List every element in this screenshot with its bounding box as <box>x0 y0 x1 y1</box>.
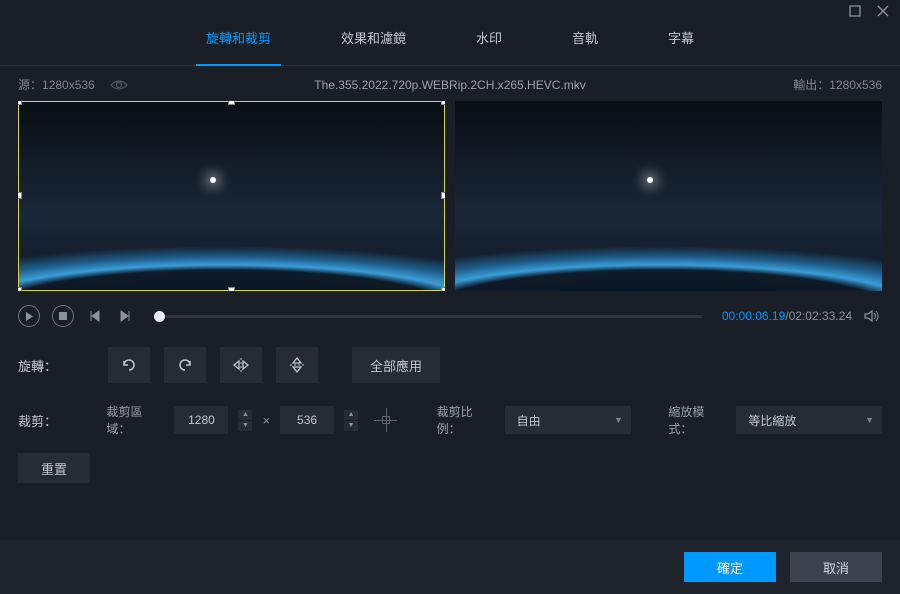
apply-all-button[interactable]: 全部應用 <box>352 347 440 383</box>
tab-subtitle[interactable]: 字幕 <box>668 28 694 55</box>
stop-button[interactable] <box>52 305 74 327</box>
ok-button[interactable]: 確定 <box>684 552 776 582</box>
output-preview <box>455 101 882 291</box>
close-icon[interactable] <box>876 4 890 18</box>
crop-handle-ml[interactable] <box>18 192 22 199</box>
crop-ratio-select[interactable]: 自由▼ <box>505 406 631 434</box>
zoom-mode-select[interactable]: 等比縮放▼ <box>736 406 882 434</box>
crop-handle-bm[interactable] <box>228 287 235 291</box>
tab-audio[interactable]: 音軌 <box>572 28 598 55</box>
flip-horizontal-button[interactable] <box>220 347 262 383</box>
crop-handle-tr[interactable] <box>441 101 445 105</box>
crop-handle-tl[interactable] <box>18 101 22 105</box>
reset-button[interactable]: 重置 <box>18 453 90 483</box>
time-display: 00:00:06.19/02:02:33.24 <box>722 309 852 323</box>
rotate-left-button[interactable] <box>108 347 150 383</box>
zoom-mode-label: 縮放模式： <box>668 403 726 437</box>
eye-icon[interactable] <box>109 78 129 92</box>
tab-rotate-crop[interactable]: 旋轉和裁剪 <box>206 28 271 55</box>
timeline[interactable] <box>154 315 702 318</box>
rotate-label: 旋轉： <box>18 356 94 375</box>
output-resolution: 輸出：1280x536 <box>793 76 882 93</box>
maximize-icon[interactable] <box>848 4 862 18</box>
rotate-right-button[interactable] <box>164 347 206 383</box>
cancel-button[interactable]: 取消 <box>790 552 882 582</box>
crop-handle-br[interactable] <box>441 287 445 291</box>
crop-handle-mr[interactable] <box>441 192 445 199</box>
flip-vertical-button[interactable] <box>276 347 318 383</box>
width-up[interactable]: ▲ <box>238 410 252 420</box>
filename: The.355.2022.720p.WEBRip.2CH.x265.HEVC.m… <box>314 78 585 92</box>
position-picker[interactable] <box>372 406 399 434</box>
tab-effects-filters[interactable]: 效果和濾鏡 <box>341 28 406 55</box>
chevron-down-icon: ▼ <box>614 415 623 425</box>
chevron-down-icon: ▼ <box>865 415 874 425</box>
height-down[interactable]: ▼ <box>344 421 358 431</box>
width-down[interactable]: ▼ <box>238 421 252 431</box>
prev-frame-button[interactable] <box>86 307 104 325</box>
multiply-sign: × <box>262 413 270 428</box>
crop-handle-tm[interactable] <box>228 101 235 105</box>
crop-ratio-label: 裁剪比例： <box>437 403 495 437</box>
crop-height-input[interactable] <box>280 406 334 434</box>
height-up[interactable]: ▲ <box>344 410 358 420</box>
crop-handle-bl[interactable] <box>18 287 22 291</box>
crop-width-input[interactable] <box>174 406 228 434</box>
crop-box[interactable] <box>18 101 445 291</box>
tab-watermark[interactable]: 水印 <box>476 28 502 55</box>
crop-area-label: 裁剪區域： <box>106 403 164 437</box>
volume-icon[interactable] <box>864 307 882 325</box>
preview-image <box>455 101 882 291</box>
play-button[interactable] <box>18 305 40 327</box>
next-frame-button[interactable] <box>116 307 134 325</box>
crop-label: 裁剪： <box>18 411 92 430</box>
source-preview[interactable] <box>18 101 445 291</box>
source-resolution: 源：1280x536 <box>18 76 95 93</box>
